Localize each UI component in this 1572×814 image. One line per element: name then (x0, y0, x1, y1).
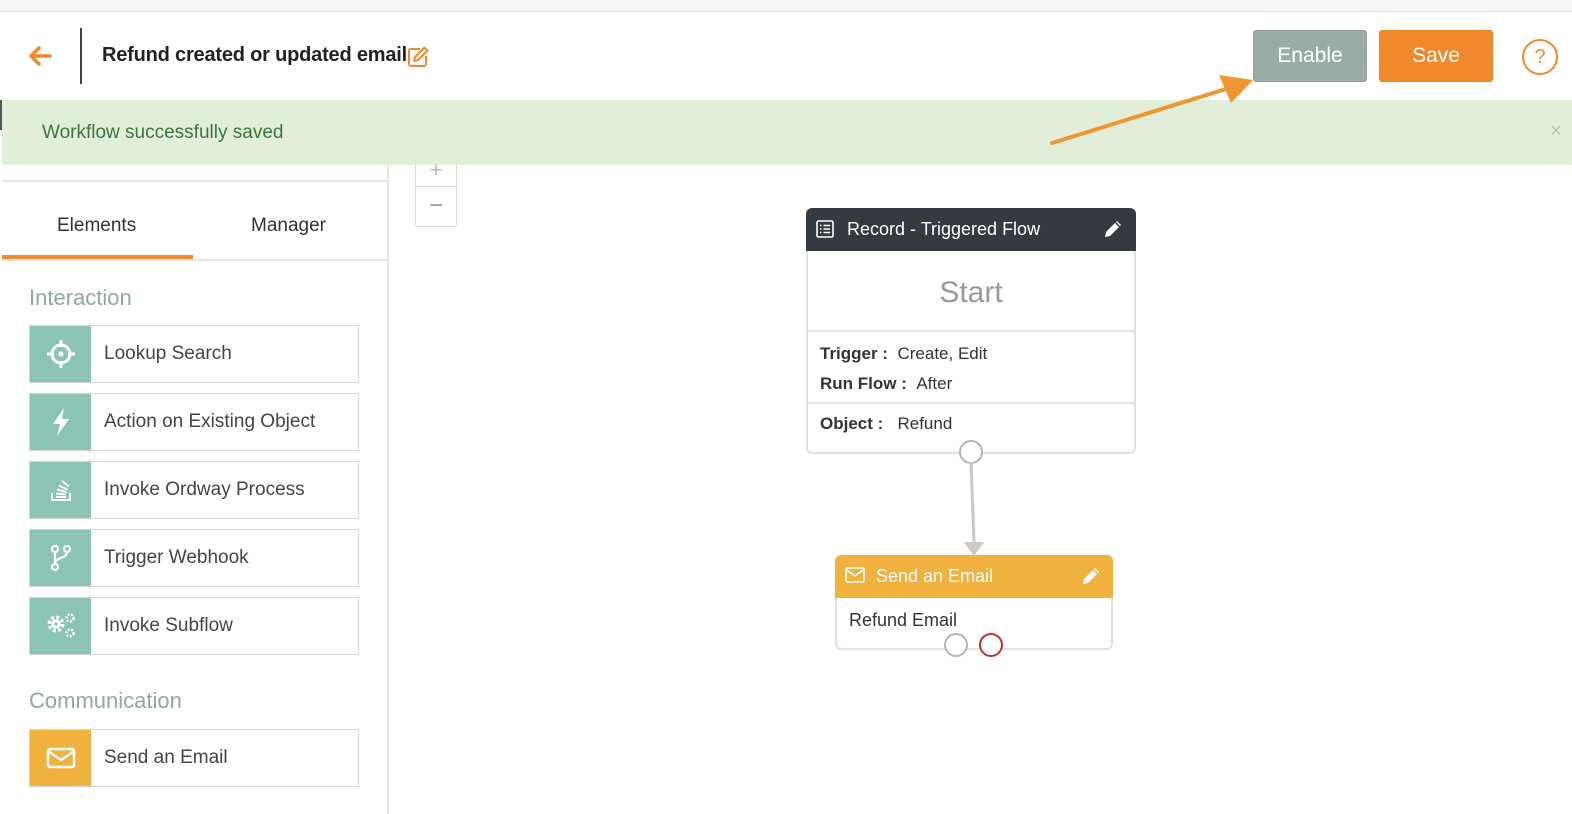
sidebar-divider (2, 180, 387, 182)
send-email-node[interactable]: Send an Email Refund Email (835, 555, 1113, 657)
trigger-label: Trigger : (820, 344, 889, 363)
section-title-interaction: Interaction (29, 285, 132, 310)
element-label: Invoke Subflow (104, 615, 233, 636)
list-icon (816, 220, 834, 243)
envelope-icon (845, 567, 865, 588)
start-node-header[interactable]: Record - Triggered Flow (806, 208, 1136, 251)
browser-top-strip (0, 0, 1572, 12)
tab-manager[interactable]: Manager (251, 215, 326, 237)
element-invoke-subflow[interactable]: Invoke Subflow (29, 597, 359, 655)
stack-icon (30, 462, 91, 518)
element-label: Trigger Webhook (104, 547, 249, 568)
zoom-out-button[interactable]: − (416, 189, 456, 225)
object-value: Refund (897, 414, 953, 433)
sidebar-tabs: Elements Manager (2, 195, 387, 261)
edit-title-icon[interactable] (406, 45, 430, 69)
edit-pencil-icon[interactable] (1081, 566, 1101, 591)
lightning-icon (30, 394, 91, 450)
envelope-icon (30, 730, 91, 786)
element-invoke-ordway-process[interactable]: Invoke Ordway Process (29, 461, 359, 519)
node-divider (808, 330, 1134, 332)
trigger-value: Create, Edit (897, 344, 988, 363)
trigger-row: Trigger : Create, Edit (820, 344, 987, 364)
enable-button[interactable]: Enable (1253, 30, 1367, 82)
email-success-port[interactable] (944, 633, 968, 657)
section-title-communication: Communication (29, 688, 182, 713)
help-icon[interactable]: ? (1522, 39, 1558, 75)
branch-icon (30, 530, 91, 586)
email-failure-port[interactable] (979, 633, 1003, 657)
run-flow-value: After (916, 374, 953, 393)
element-label: Send an Email (104, 747, 228, 768)
start-node[interactable]: Record - Triggered Flow Start Trigger : … (806, 208, 1136, 464)
element-label: Action on Existing Object (104, 411, 316, 432)
flow-canvas[interactable]: + − Record - Triggered Flow Start Trigge… (391, 165, 1572, 814)
success-message: Workflow successfully saved (42, 122, 284, 143)
window-edge (0, 100, 2, 130)
edit-pencil-icon[interactable] (1103, 219, 1123, 244)
run-flow-row: Run Flow : After (820, 374, 952, 394)
workflow-title: Refund created or updated email (102, 44, 407, 66)
save-button[interactable]: Save (1379, 30, 1493, 82)
send-email-node-title: Send an Email (876, 566, 994, 586)
element-lookup-search[interactable]: Lookup Search (29, 325, 359, 383)
tab-elements[interactable]: Elements (57, 215, 136, 237)
element-trigger-webhook[interactable]: Trigger Webhook (29, 529, 359, 587)
node-divider (808, 402, 1134, 404)
start-output-port[interactable] (959, 440, 983, 464)
object-row: Object : Refund (820, 414, 952, 434)
zoom-controls: + − (415, 165, 457, 227)
element-label: Invoke Ordway Process (104, 479, 305, 500)
success-banner: Workflow successfully saved × (2, 100, 1572, 165)
element-action-existing-object[interactable]: Action on Existing Object (29, 393, 359, 451)
gears-icon (30, 598, 91, 654)
header-divider (80, 28, 82, 84)
active-tab-indicator (2, 255, 193, 259)
run-flow-label: Run Flow : (820, 374, 907, 393)
object-label: Object : (820, 414, 884, 433)
back-arrow-icon[interactable] (24, 40, 56, 72)
send-email-node-header[interactable]: Send an Email (835, 555, 1113, 598)
workflow-header: Refund created or updated email Enable S… (0, 12, 1572, 100)
element-send-an-email[interactable]: Send an Email (29, 729, 359, 787)
start-node-title: Record - Triggered Flow (847, 219, 1041, 239)
email-node-body: Refund Email (849, 610, 958, 630)
element-label: Lookup Search (104, 343, 232, 364)
crosshair-icon (30, 326, 91, 382)
start-label: Start (939, 276, 1003, 309)
close-banner-icon[interactable]: × (1550, 120, 1562, 143)
zoom-in-button[interactable]: + (416, 165, 456, 187)
elements-sidebar: Elements Manager Interaction Lookup Sear… (2, 165, 389, 814)
